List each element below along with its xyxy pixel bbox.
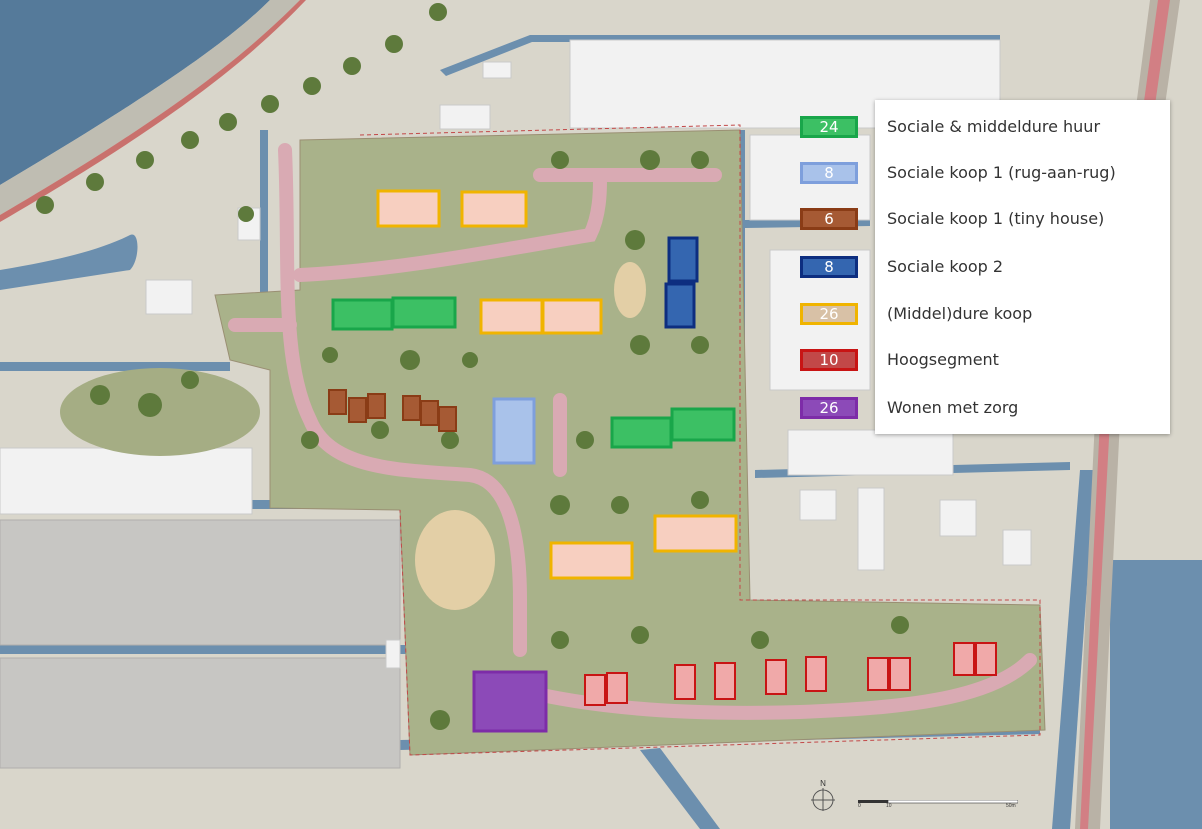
greenhouses	[0, 519, 401, 769]
block-wonen-met-zorg	[472, 670, 548, 733]
block-tiny-house	[348, 397, 367, 423]
playground-south	[415, 510, 495, 610]
block-tiny-house	[367, 393, 386, 419]
block-middeldure-koop	[460, 190, 528, 228]
block-tiny-house	[402, 395, 421, 421]
playground-north	[614, 262, 646, 318]
scale-bar: 0 10 50m	[858, 800, 1018, 812]
block-hoogsegment	[889, 657, 911, 691]
block-sociale-huur	[391, 296, 457, 329]
block-sociale-huur	[331, 298, 394, 331]
block-middeldure-koop	[653, 514, 738, 553]
legend-label: Sociale koop 2	[887, 257, 1004, 276]
scale-label-0: 0	[858, 803, 861, 809]
block-hoogsegment	[867, 657, 889, 691]
legend-item: 10 Hoogsegment	[800, 349, 1160, 377]
block-hoogsegment	[674, 664, 696, 700]
block-tiny-house	[328, 389, 347, 415]
scale-label-10: 10	[886, 803, 892, 809]
block-rug-aan-rug	[492, 397, 536, 465]
block-middeldure-koop	[549, 541, 634, 580]
legend-swatch: 24	[800, 116, 858, 138]
park-area	[60, 368, 260, 456]
block-hoogsegment	[975, 642, 997, 676]
block-sociale-huur	[610, 416, 673, 449]
legend-swatch: 8	[800, 162, 858, 184]
block-middeldure-koop	[376, 189, 441, 228]
block-tiny-house	[420, 400, 439, 426]
scale-label-50: 50m	[1006, 803, 1016, 809]
block-sociale-koop-2	[664, 282, 696, 329]
legend-item: 6 Sociale koop 1 (tiny house)	[800, 208, 1160, 236]
block-hoogsegment	[584, 674, 606, 706]
block-sociale-huur	[670, 407, 736, 442]
legend-label: Wonen met zorg	[887, 398, 1019, 417]
legend-label: (Middel)dure koop	[887, 304, 1033, 323]
legend-item: 26 (Middel)dure koop	[800, 303, 1160, 331]
block-hoogsegment	[805, 656, 827, 692]
legend-label: Sociale & middeldure huur	[887, 117, 1101, 136]
legend-label: Sociale koop 1 (tiny house)	[887, 209, 1105, 228]
legend-item: 26 Wonen met zorg	[800, 397, 1160, 425]
legend-swatch: 26	[800, 397, 858, 419]
block-middeldure-koop	[541, 298, 603, 335]
block-hoogsegment	[714, 662, 736, 700]
legend-item: 24 Sociale & middeldure huur	[800, 116, 1160, 144]
legend-swatch: 26	[800, 303, 858, 325]
block-hoogsegment	[953, 642, 975, 676]
legend-swatch: 10	[800, 349, 858, 371]
block-hoogsegment	[765, 659, 787, 695]
legend-item: 8 Sociale koop 1 (rug-aan-rug)	[800, 162, 1160, 190]
north-arrow-icon: N	[811, 779, 835, 811]
legend-label: Hoogsegment	[887, 350, 999, 369]
block-tiny-house	[438, 406, 457, 432]
legend-swatch: 8	[800, 256, 858, 278]
legend-label: Sociale koop 1 (rug-aan-rug)	[887, 163, 1116, 182]
block-middeldure-koop	[479, 298, 544, 335]
block-sociale-koop-2	[667, 236, 699, 283]
legend-item: 8 Sociale koop 2	[800, 256, 1160, 284]
legend-swatch: 6	[800, 208, 858, 230]
block-hoogsegment	[606, 672, 628, 704]
north-label: N	[820, 779, 826, 788]
